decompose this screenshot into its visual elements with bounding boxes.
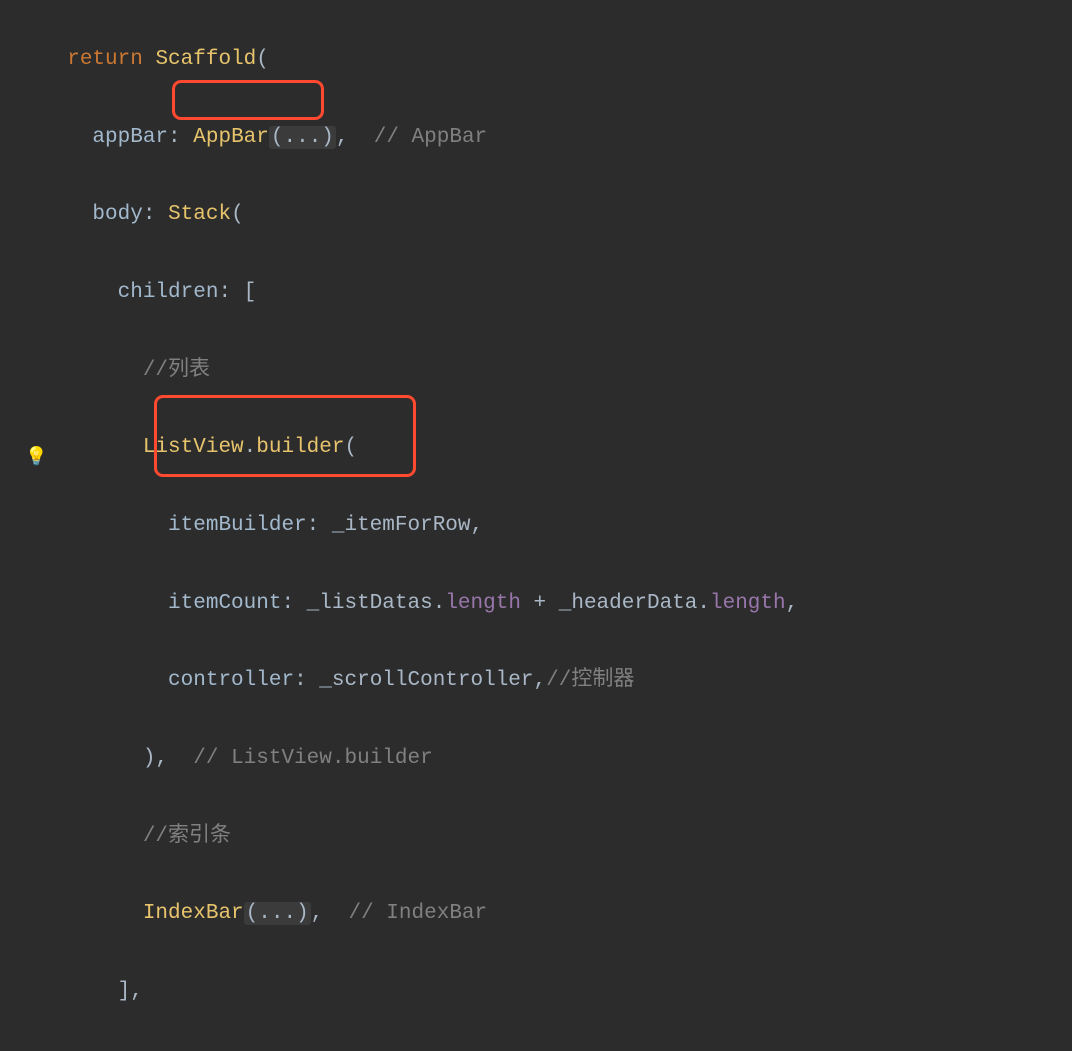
code-editor[interactable]: return Scaffold( appBar: AppBar(...), //… [42, 0, 798, 1051]
type-appbar: AppBar [193, 126, 269, 149]
param-children: children [118, 281, 219, 304]
paren: ( [256, 48, 269, 71]
code-line: body: Stack( [42, 196, 798, 235]
method-builder: builder [256, 436, 344, 459]
code-line: //列表 [42, 352, 798, 391]
bracket: [ [244, 281, 257, 304]
param-itemcount: itemCount [168, 592, 281, 615]
code-line: ), // ListView.builder [42, 740, 798, 779]
comment: //列表 [143, 359, 210, 382]
comma: , [534, 669, 547, 692]
code-line: IndexBar(...), // IndexBar [42, 895, 798, 934]
plus: + [521, 592, 559, 615]
identifier: _itemForRow [332, 514, 471, 537]
colon: : [307, 514, 332, 537]
fold-marker[interactable]: (...) [244, 902, 311, 925]
code-line: itemCount: _listDatas.length + _headerDa… [42, 585, 798, 624]
editor-gutter: 💡 [0, 0, 30, 538]
type-listview: ListView [143, 436, 244, 459]
keyword-return: return [67, 48, 143, 71]
colon: : [294, 669, 319, 692]
param-appbar: appBar [92, 126, 168, 149]
identifier: _scrollController [319, 669, 533, 692]
code-line: controller: _scrollController,//控制器 [42, 662, 798, 701]
property-length: length [445, 592, 521, 615]
param-controller: controller [168, 669, 294, 692]
dot: . [697, 592, 710, 615]
dot: . [433, 592, 446, 615]
comment: //索引条 [143, 825, 231, 848]
property-length: length [710, 592, 786, 615]
code-line: ], [42, 973, 798, 1012]
code-line: itemBuilder: _itemForRow, [42, 507, 798, 546]
dot: . [244, 436, 257, 459]
paren: ( [344, 436, 357, 459]
code-line: ListView.builder( [42, 429, 798, 468]
close-bracket: ], [118, 980, 143, 1003]
colon: : [218, 281, 243, 304]
colon: : [168, 126, 193, 149]
colon: : [281, 592, 306, 615]
comma: , [336, 126, 349, 149]
colon: : [143, 203, 168, 226]
close-paren: ), [143, 747, 168, 770]
code-line: appBar: AppBar(...), // AppBar [42, 119, 798, 158]
comma: , [786, 592, 799, 615]
comment: // IndexBar [349, 902, 488, 925]
type-indexbar: IndexBar [143, 902, 244, 925]
code-line: return Scaffold( [42, 41, 798, 80]
identifier: _headerData [559, 592, 698, 615]
param-body: body [92, 203, 142, 226]
comment: // AppBar [374, 126, 487, 149]
param-itembuilder: itemBuilder [168, 514, 307, 537]
identifier: _listDatas [307, 592, 433, 615]
comma: , [311, 902, 324, 925]
comma: , [471, 514, 484, 537]
fold-marker[interactable]: (...) [269, 126, 336, 149]
code-line: //索引条 [42, 818, 798, 857]
paren: ( [231, 203, 244, 226]
comment: //控制器 [546, 669, 634, 692]
type-stack: Stack [168, 203, 231, 226]
code-line: children: [ [42, 274, 798, 313]
type-scaffold: Scaffold [155, 48, 256, 71]
comment: // ListView.builder [193, 747, 432, 770]
